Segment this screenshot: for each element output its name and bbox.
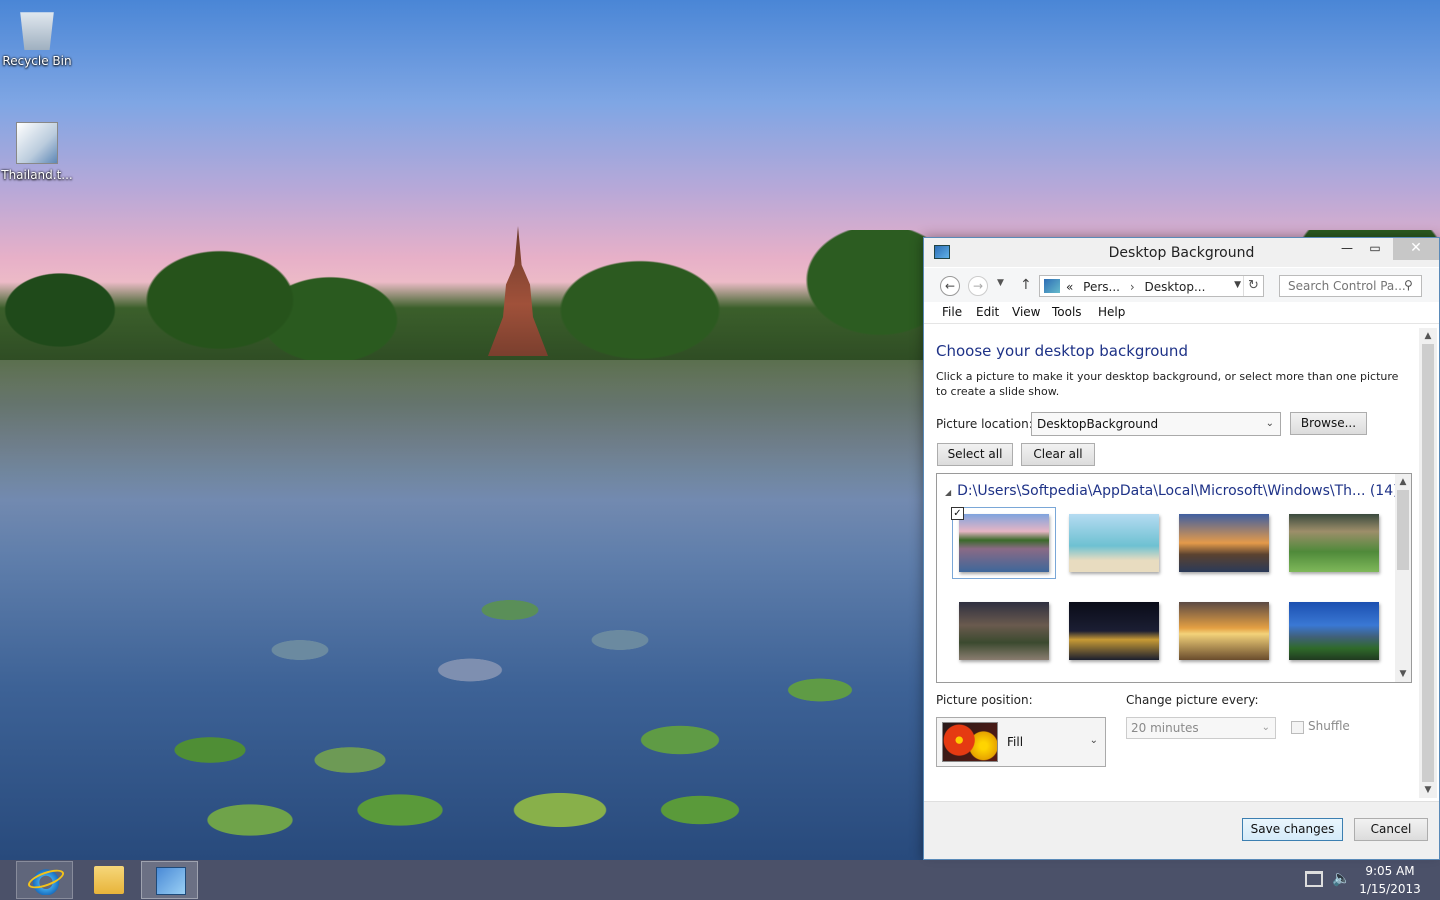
wallpaper-thumbnail-2[interactable]	[1069, 514, 1159, 572]
collapse-triangle-icon[interactable]: ◢	[945, 488, 951, 497]
address-bar[interactable]: « Pers... › Desktop... ▼ ↻	[1039, 275, 1264, 297]
gallery-scroll-thumb[interactable]	[1397, 490, 1409, 570]
back-arrow-icon[interactable]: ←	[940, 276, 960, 296]
recent-locations-chevron-icon[interactable]: ▼	[997, 278, 1004, 288]
picture-position-select[interactable]: Fill ⌄	[936, 717, 1106, 767]
chevron-down-icon: ⌄	[1089, 735, 1098, 746]
gallery-group-header[interactable]: ◢ D:\Users\Softpedia\AppData\Local\Micros…	[945, 483, 1399, 499]
up-arrow-icon[interactable]: ↑	[1020, 277, 1032, 293]
menu-bar: File Edit View Tools Help	[924, 302, 1439, 324]
scroll-down-icon[interactable]: ▼	[1419, 785, 1437, 795]
menu-tools[interactable]: Tools	[1052, 305, 1082, 319]
taskbar	[0, 860, 1440, 900]
desktop-icon-recycle-bin[interactable]: Recycle Bin	[1, 8, 73, 68]
picture-position-value: Fill	[1007, 735, 1024, 749]
gallery-folder-path: D:\Users\Softpedia\AppData\Local\Microso…	[957, 483, 1399, 499]
recycle-bin-icon	[20, 12, 54, 50]
desktop-icon-label: Recycle Bin	[2, 54, 72, 68]
scroll-up-icon[interactable]: ▲	[1419, 331, 1437, 341]
control-panel-icon	[156, 867, 186, 895]
change-picture-select[interactable]: 20 minutes ⌄	[1126, 717, 1276, 739]
navigation-bar: ← → ▼ ↑ « Pers... › Desktop... ▼ ↻ ⚲	[924, 268, 1439, 302]
desktop-background-window: Desktop Background — ▭ ✕ ← → ▼ ↑ « Pers.…	[923, 237, 1440, 860]
breadcrumb-separator-icon: ›	[1129, 280, 1135, 294]
search-input[interactable]	[1279, 275, 1422, 297]
desktop-icon-label: Thailand.t...	[1, 168, 73, 182]
shuffle-checkbox[interactable]	[1291, 721, 1304, 734]
picture-location-value: DesktopBackground	[1037, 417, 1159, 431]
chevron-down-icon: ⌄	[1265, 418, 1274, 429]
change-picture-value: 20 minutes	[1131, 721, 1199, 735]
volume-icon[interactable]: 🔈	[1332, 869, 1351, 887]
network-icon[interactable]	[1305, 871, 1323, 887]
taskbar-internet-explorer[interactable]	[16, 861, 73, 899]
wallpaper-thumbnail-3[interactable]	[1179, 514, 1269, 572]
shuffle-label: Shuffle	[1308, 719, 1350, 733]
gallery-scrollbar[interactable]: ▲ ▼	[1395, 474, 1411, 682]
desktop-icon-thailand-theme[interactable]: Thailand.t...	[1, 122, 73, 182]
menu-edit[interactable]: Edit	[976, 305, 999, 319]
title-bar[interactable]: Desktop Background — ▭ ✕	[924, 238, 1439, 268]
page-description: Click a picture to make it your desktop …	[936, 370, 1399, 398]
breadcrumb: « Pers... › Desktop...	[1066, 280, 1205, 294]
thumbnail-checkbox[interactable]: ✓	[951, 507, 964, 520]
content-pane: Choose your desktop background Click a p…	[924, 326, 1419, 801]
refresh-icon[interactable]: ↻	[1243, 276, 1263, 296]
wallpaper-thumbnail-4[interactable]	[1289, 514, 1379, 572]
control-panel-icon	[1044, 279, 1060, 293]
picture-gallery: ◢ D:\Users\Softpedia\AppData\Local\Micros…	[936, 473, 1412, 683]
browse-button[interactable]: Browse...	[1290, 412, 1367, 435]
content-scroll-thumb[interactable]	[1422, 344, 1434, 782]
change-picture-label: Change picture every:	[1126, 693, 1259, 707]
dialog-footer: Save changes Cancel	[924, 801, 1439, 859]
cancel-button[interactable]: Cancel	[1354, 818, 1428, 841]
theme-file-icon	[16, 122, 58, 164]
picture-location-label: Picture location:	[936, 417, 1033, 431]
breadcrumb-item[interactable]: Pers...	[1083, 280, 1120, 294]
wallpaper-thumbnail-7[interactable]	[1179, 602, 1269, 660]
chevron-down-icon: ⌄	[1261, 722, 1270, 733]
breadcrumb-overflow[interactable]: «	[1066, 280, 1073, 294]
breadcrumb-item[interactable]: Desktop...	[1144, 280, 1205, 294]
maximize-button[interactable]: ▭	[1361, 238, 1389, 260]
search-icon[interactable]: ⚲	[1404, 278, 1413, 292]
save-changes-button[interactable]: Save changes	[1242, 818, 1343, 841]
wallpaper-thumbnail-1[interactable]	[952, 507, 1056, 579]
clock-date[interactable]: 1/15/2013	[1358, 882, 1422, 896]
minimize-button[interactable]: —	[1333, 238, 1361, 260]
clock-time[interactable]: 9:05 AM	[1360, 864, 1420, 878]
taskbar-control-panel[interactable]	[141, 861, 198, 899]
forward-arrow-icon[interactable]: →	[968, 276, 988, 296]
picture-location-select[interactable]: DesktopBackground ⌄	[1031, 412, 1281, 436]
select-all-button[interactable]: Select all	[937, 443, 1013, 466]
flower-preview-icon	[942, 722, 998, 762]
wallpaper-lily-pads	[60, 580, 940, 850]
menu-help[interactable]: Help	[1098, 305, 1125, 319]
scroll-down-icon[interactable]: ▼	[1395, 669, 1411, 679]
taskbar-file-explorer[interactable]	[80, 861, 137, 899]
clear-all-button[interactable]: Clear all	[1021, 443, 1095, 466]
address-dropdown-chevron-icon[interactable]: ▼	[1234, 280, 1241, 290]
file-explorer-icon	[94, 866, 124, 894]
content-scrollbar[interactable]: ▲ ▼	[1419, 328, 1437, 798]
wallpaper-thumbnail-5[interactable]	[959, 602, 1049, 660]
scroll-up-icon[interactable]: ▲	[1395, 477, 1411, 487]
menu-view[interactable]: View	[1012, 305, 1040, 319]
wallpaper-thumbnail-8[interactable]	[1289, 602, 1379, 660]
wallpaper-thumbnail-6[interactable]	[1069, 602, 1159, 660]
picture-position-label: Picture position:	[936, 693, 1033, 707]
close-button[interactable]: ✕	[1393, 238, 1439, 260]
menu-file[interactable]: File	[942, 305, 962, 319]
page-title: Choose your desktop background	[936, 342, 1188, 360]
